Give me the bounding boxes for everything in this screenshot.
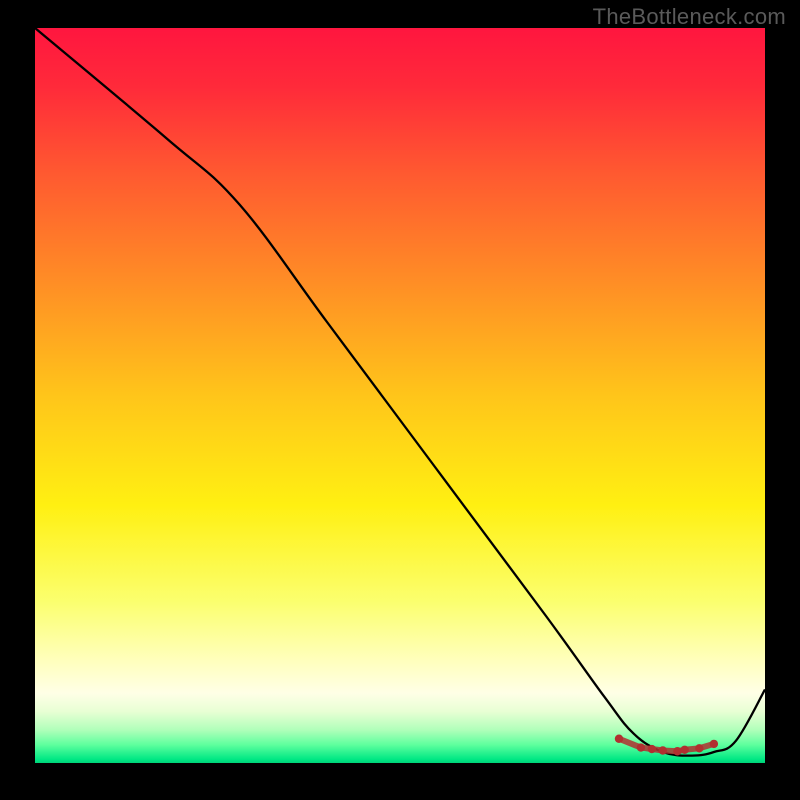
chart-svg (35, 28, 765, 763)
marker-dot (659, 746, 667, 754)
marker-dot (648, 745, 656, 753)
marker-dot (695, 744, 703, 752)
watermark: TheBottleneck.com (593, 4, 786, 30)
marker-dot (615, 735, 623, 743)
marker-dot (637, 743, 645, 751)
marker-dot (681, 746, 689, 754)
chart-canvas: TheBottleneck.com (0, 0, 800, 800)
plot-area (35, 28, 765, 763)
gradient-background (35, 28, 765, 763)
marker-dot (710, 740, 718, 748)
marker-dot (673, 747, 681, 755)
